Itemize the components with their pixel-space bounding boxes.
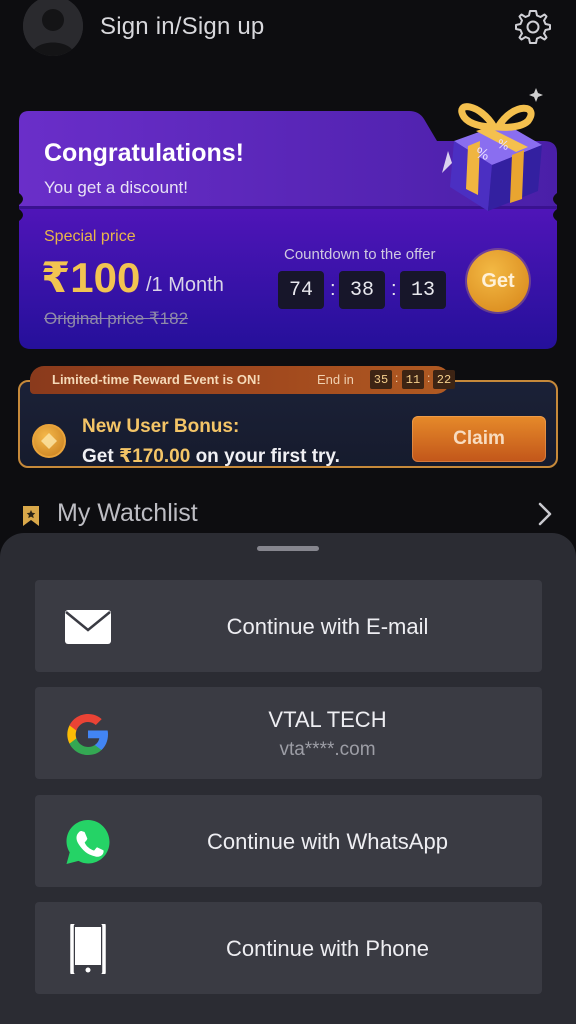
chevron-right-icon bbox=[538, 502, 552, 526]
continue-email-label: Continue with E-mail bbox=[226, 614, 429, 639]
continue-whatsapp-label: Continue with WhatsApp bbox=[207, 829, 448, 854]
google-icon bbox=[67, 714, 108, 755]
continue-phone-label: Continue with Phone bbox=[225, 936, 430, 961]
event-countdown-hours: 35 bbox=[370, 370, 392, 389]
event-countdown-seconds: 22 bbox=[433, 370, 455, 389]
bookmark-icon bbox=[23, 506, 39, 526]
bonus-title: New User Bonus: bbox=[82, 416, 240, 437]
countdown-hours: 74 bbox=[278, 271, 324, 309]
whatsapp-icon bbox=[66, 820, 110, 864]
offer-period: /1 Month bbox=[146, 274, 224, 296]
bonus-line-prefix: Get bbox=[82, 446, 119, 467]
header: Sign in/Sign up bbox=[0, 0, 576, 70]
watchlist-label: My Watchlist bbox=[57, 499, 198, 527]
original-price: Original price ₹182 bbox=[44, 309, 189, 328]
tag-text: Limited-time Reward Event is ON! bbox=[52, 372, 261, 387]
continue-phone-button[interactable]: Continue with Phone bbox=[35, 902, 542, 994]
claim-button[interactable]: Claim bbox=[412, 416, 546, 462]
limited-time-tag: Limited-time Reward Event is ON! End in … bbox=[30, 366, 455, 394]
event-countdown-minutes: 11 bbox=[402, 370, 424, 389]
bonus-line-suffix: on your first try. bbox=[190, 446, 340, 467]
countdown-minutes: 38 bbox=[339, 271, 385, 309]
new-user-bonus-card: New User Bonus: Get ₹170.00 on your firs… bbox=[18, 366, 558, 468]
offer-price: ₹100 bbox=[41, 254, 141, 301]
countdown-separator: : bbox=[395, 371, 399, 385]
continue-google-button[interactable]: VTAL TECH vta****.com bbox=[35, 687, 542, 779]
mail-icon bbox=[65, 610, 111, 644]
coin-icon bbox=[32, 424, 66, 458]
special-price-label: Special price bbox=[44, 228, 136, 245]
countdown-separator: : bbox=[330, 278, 336, 300]
end-in-label: End in bbox=[317, 372, 354, 387]
get-offer-button[interactable]: Get bbox=[467, 250, 529, 312]
continue-email-button[interactable]: Continue with E-mail bbox=[35, 580, 542, 672]
bonus-description: Get ₹170.00 on your first try. bbox=[82, 445, 340, 468]
countdown-label: Countdown to the offer bbox=[284, 246, 436, 263]
gear-icon[interactable] bbox=[514, 8, 552, 46]
countdown-separator: : bbox=[391, 278, 397, 300]
offer-subtitle: You get a discount! bbox=[44, 178, 188, 197]
discount-offer-card: Congratulations! You get a discount! Spe… bbox=[19, 88, 557, 349]
countdown-separator: : bbox=[427, 371, 431, 385]
user-avatar-icon[interactable] bbox=[23, 0, 83, 56]
offer-title: Congratulations! bbox=[44, 139, 244, 167]
watchlist-row[interactable]: My Watchlist bbox=[0, 495, 576, 535]
bonus-amount: ₹170.00 bbox=[118, 446, 191, 467]
continue-whatsapp-button[interactable]: Continue with WhatsApp bbox=[35, 795, 542, 887]
google-account-name: VTAL TECH bbox=[268, 707, 387, 732]
phone-icon bbox=[70, 924, 106, 974]
login-bottom-sheet: Continue with E-mail VTAL TECH vta****.c… bbox=[0, 533, 576, 1024]
sign-in-link[interactable]: Sign in/Sign up bbox=[100, 13, 264, 41]
countdown-seconds: 13 bbox=[400, 271, 446, 309]
sheet-drag-handle[interactable] bbox=[257, 546, 319, 551]
google-account-email: vta****.com bbox=[279, 739, 376, 760]
gift-box-icon: % % bbox=[411, 83, 564, 213]
